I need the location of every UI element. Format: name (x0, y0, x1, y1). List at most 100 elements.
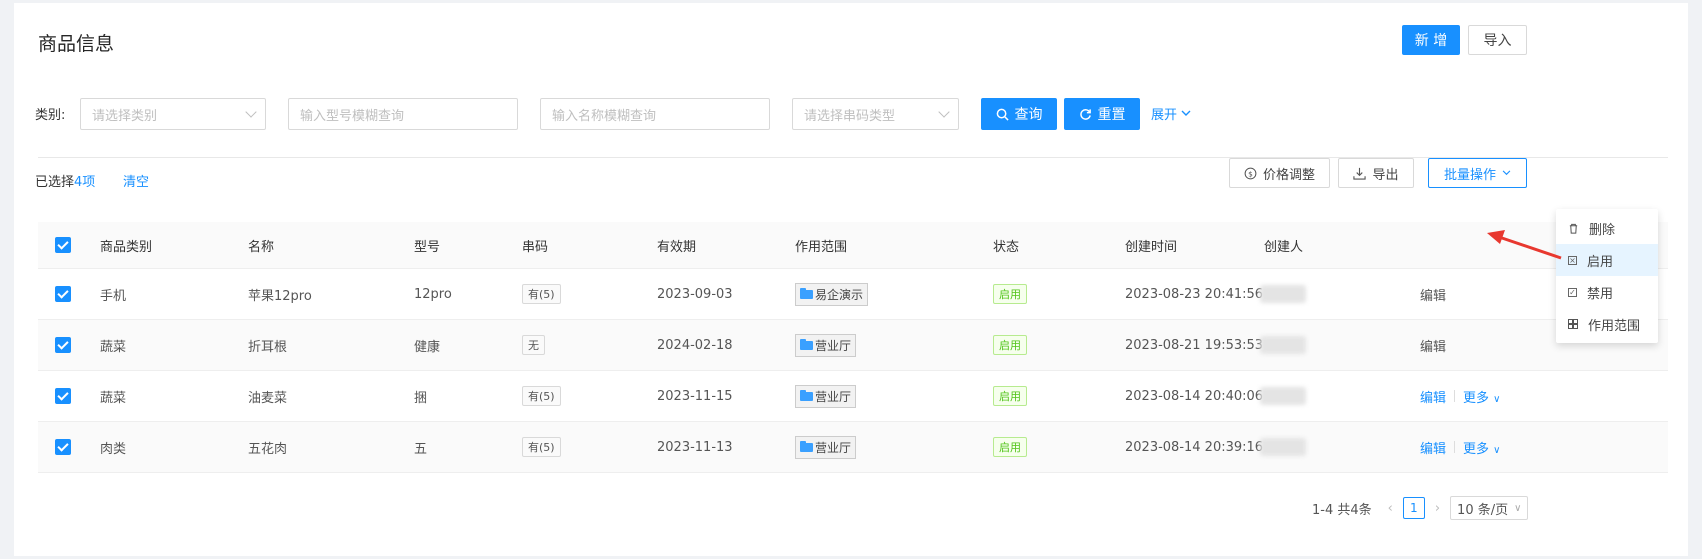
cell-name: 苹果12pro (248, 288, 312, 304)
redacted-creator (1260, 285, 1306, 303)
batch-enable-item[interactable]: × 启用 (1556, 244, 1658, 276)
chevron-down-icon (1181, 110, 1191, 116)
action-separator (1454, 390, 1456, 402)
page-size-select[interactable]: 10 条/页 ∨ (1450, 496, 1529, 520)
prev-page-icon[interactable]: ‹ (1388, 501, 1393, 516)
expand-toggle[interactable]: 展开 (1151, 104, 1191, 123)
edit-link[interactable]: 编辑 (1420, 438, 1446, 457)
export-label: 导出 (1372, 167, 1399, 183)
cell-created-time: 2023-08-21 19:53:53 (1125, 337, 1264, 353)
chevron-down-icon (938, 106, 950, 118)
more-menu[interactable]: 更多 ∨ (1463, 438, 1500, 457)
batch-operations-menu: 删除 × 启用 ✓ 禁用 作用范围 (1556, 209, 1658, 343)
status-badge: 启用 (993, 386, 1027, 406)
batch-delete-label: 删除 (1589, 222, 1616, 238)
dollar-icon: $ (1244, 167, 1257, 179)
import-button[interactable]: 导入 (1468, 25, 1527, 55)
cell-scope: 营业厅 (795, 422, 857, 472)
batch-disable-label: 禁用 (1587, 286, 1614, 302)
name-search-input[interactable]: 输入名称模糊查询 (540, 98, 770, 130)
batch-operations-label: 批量操作 (1443, 167, 1496, 183)
checkbox-icon (55, 388, 71, 404)
main-card: 商品信息 新 增 导入 类别: 请选择类别 输入型号模糊查询 输入名称模糊查询 … (14, 3, 1688, 556)
table-header: 商品类别 名称 型号 串码 有效期 作用范围 状态 创建时间 创建人 (38, 222, 1668, 269)
chevron-down-icon: ∨ (1514, 502, 1522, 514)
checkbox-icon (55, 439, 71, 455)
price-adjust-label: 价格调整 (1262, 167, 1315, 183)
cell-category: 肉类 (100, 441, 127, 457)
table-row: 蔬菜 折耳根 健康 无 2024-02-18 营业厅 启用 2023-08-21… (38, 320, 1668, 371)
product-table: 商品类别 名称 型号 串码 有效期 作用范围 状态 创建时间 创建人 手机 苹果… (38, 222, 1668, 473)
edit-link[interactable]: 编辑 (1420, 320, 1446, 370)
reset-button[interactable]: 重置 (1064, 98, 1140, 130)
model-placeholder: 输入型号模糊查询 (300, 108, 405, 124)
page-title: 商品信息 (38, 33, 115, 55)
cell-serial: 有(5) (522, 422, 561, 472)
batch-scope-item[interactable]: 作用范围 (1556, 308, 1658, 340)
export-button[interactable]: 导出 (1338, 158, 1414, 188)
row-checkbox[interactable] (55, 320, 71, 370)
search-icon (996, 108, 1009, 121)
search-button[interactable]: 查询 (981, 98, 1057, 130)
cell-expiry: 2023-11-15 (657, 388, 733, 404)
select-all-checkbox[interactable] (55, 222, 71, 268)
table-row: 肉类 五花肉 五 有(5) 2023-11-13 营业厅 启用 2023-08-… (38, 422, 1668, 473)
reset-label: 重置 (1097, 107, 1126, 123)
enable-icon: × (1568, 255, 1577, 265)
cell-category: 蔬菜 (100, 390, 127, 406)
edit-link[interactable]: 编辑 (1420, 387, 1446, 406)
cell-status: 启用 (993, 422, 1027, 472)
category-select[interactable]: 请选择类别 (80, 98, 266, 130)
batch-operations-button[interactable]: 批量操作 (1428, 158, 1527, 188)
checkbox-icon (55, 337, 71, 353)
row-actions: 编辑 更多 ∨ (1420, 422, 1501, 472)
next-page-icon[interactable]: › (1435, 501, 1440, 516)
col-serial: 串码 (522, 239, 549, 255)
chevron-down-icon (1502, 170, 1511, 176)
chevron-down-icon: ∨ (1493, 393, 1501, 405)
col-status: 状态 (993, 239, 1020, 255)
serial-tag: 有(5) (522, 437, 561, 457)
col-model: 型号 (414, 239, 441, 255)
action-separator (1454, 441, 1456, 453)
selection-count: 4项 (74, 175, 96, 190)
clear-selection-link[interactable]: 清空 (123, 171, 149, 190)
row-checkbox[interactable] (55, 422, 71, 472)
batch-disable-item[interactable]: ✓ 禁用 (1556, 276, 1658, 308)
cell-scope: 营业厅 (795, 320, 857, 370)
col-creator: 创建人 (1264, 239, 1304, 255)
cell-expiry: 2023-09-03 (657, 286, 733, 302)
cell-scope: 易企演示 (795, 269, 869, 319)
model-search-input[interactable]: 输入型号模糊查询 (288, 98, 518, 130)
row-checkbox[interactable] (55, 371, 71, 421)
row-checkbox[interactable] (55, 269, 71, 319)
folder-icon (800, 440, 813, 452)
batch-delete-item[interactable]: 删除 (1556, 212, 1658, 244)
scope-tag[interactable]: 营业厅 (795, 333, 857, 357)
scope-tag[interactable]: 易企演示 (795, 282, 869, 306)
redacted-creator (1260, 336, 1306, 354)
expand-label: 展开 (1151, 108, 1178, 123)
folder-icon (800, 389, 813, 401)
price-adjust-button[interactable]: $ 价格调整 (1229, 158, 1330, 188)
cell-category: 手机 (100, 288, 127, 304)
scope-label: 易企演示 (815, 287, 864, 302)
cell-category: 蔬菜 (100, 339, 127, 355)
add-button[interactable]: 新 增 (1402, 25, 1460, 55)
svg-text:$: $ (1248, 169, 1253, 178)
pagination: 1-4 共4条 ‹ 1 › 10 条/页 ∨ (1312, 496, 1529, 520)
edit-link[interactable]: 编辑 (1420, 269, 1446, 319)
redacted-creator (1260, 438, 1306, 456)
scope-tag[interactable]: 营业厅 (795, 435, 857, 459)
cell-creator (1260, 422, 1306, 472)
scope-tag[interactable]: 营业厅 (795, 384, 857, 408)
cell-created-time: 2023-08-14 20:39:16 (1125, 439, 1264, 455)
cell-name: 五花肉 (248, 441, 288, 457)
cell-expiry: 2023-11-13 (657, 439, 733, 455)
serial-tag: 有(5) (522, 284, 561, 304)
folder-icon (800, 338, 813, 350)
col-created-time: 创建时间 (1125, 239, 1178, 255)
more-menu[interactable]: 更多 ∨ (1463, 387, 1500, 406)
serial-type-select[interactable]: 请选择串码类型 (792, 98, 959, 130)
page-button-current[interactable]: 1 (1402, 497, 1425, 519)
